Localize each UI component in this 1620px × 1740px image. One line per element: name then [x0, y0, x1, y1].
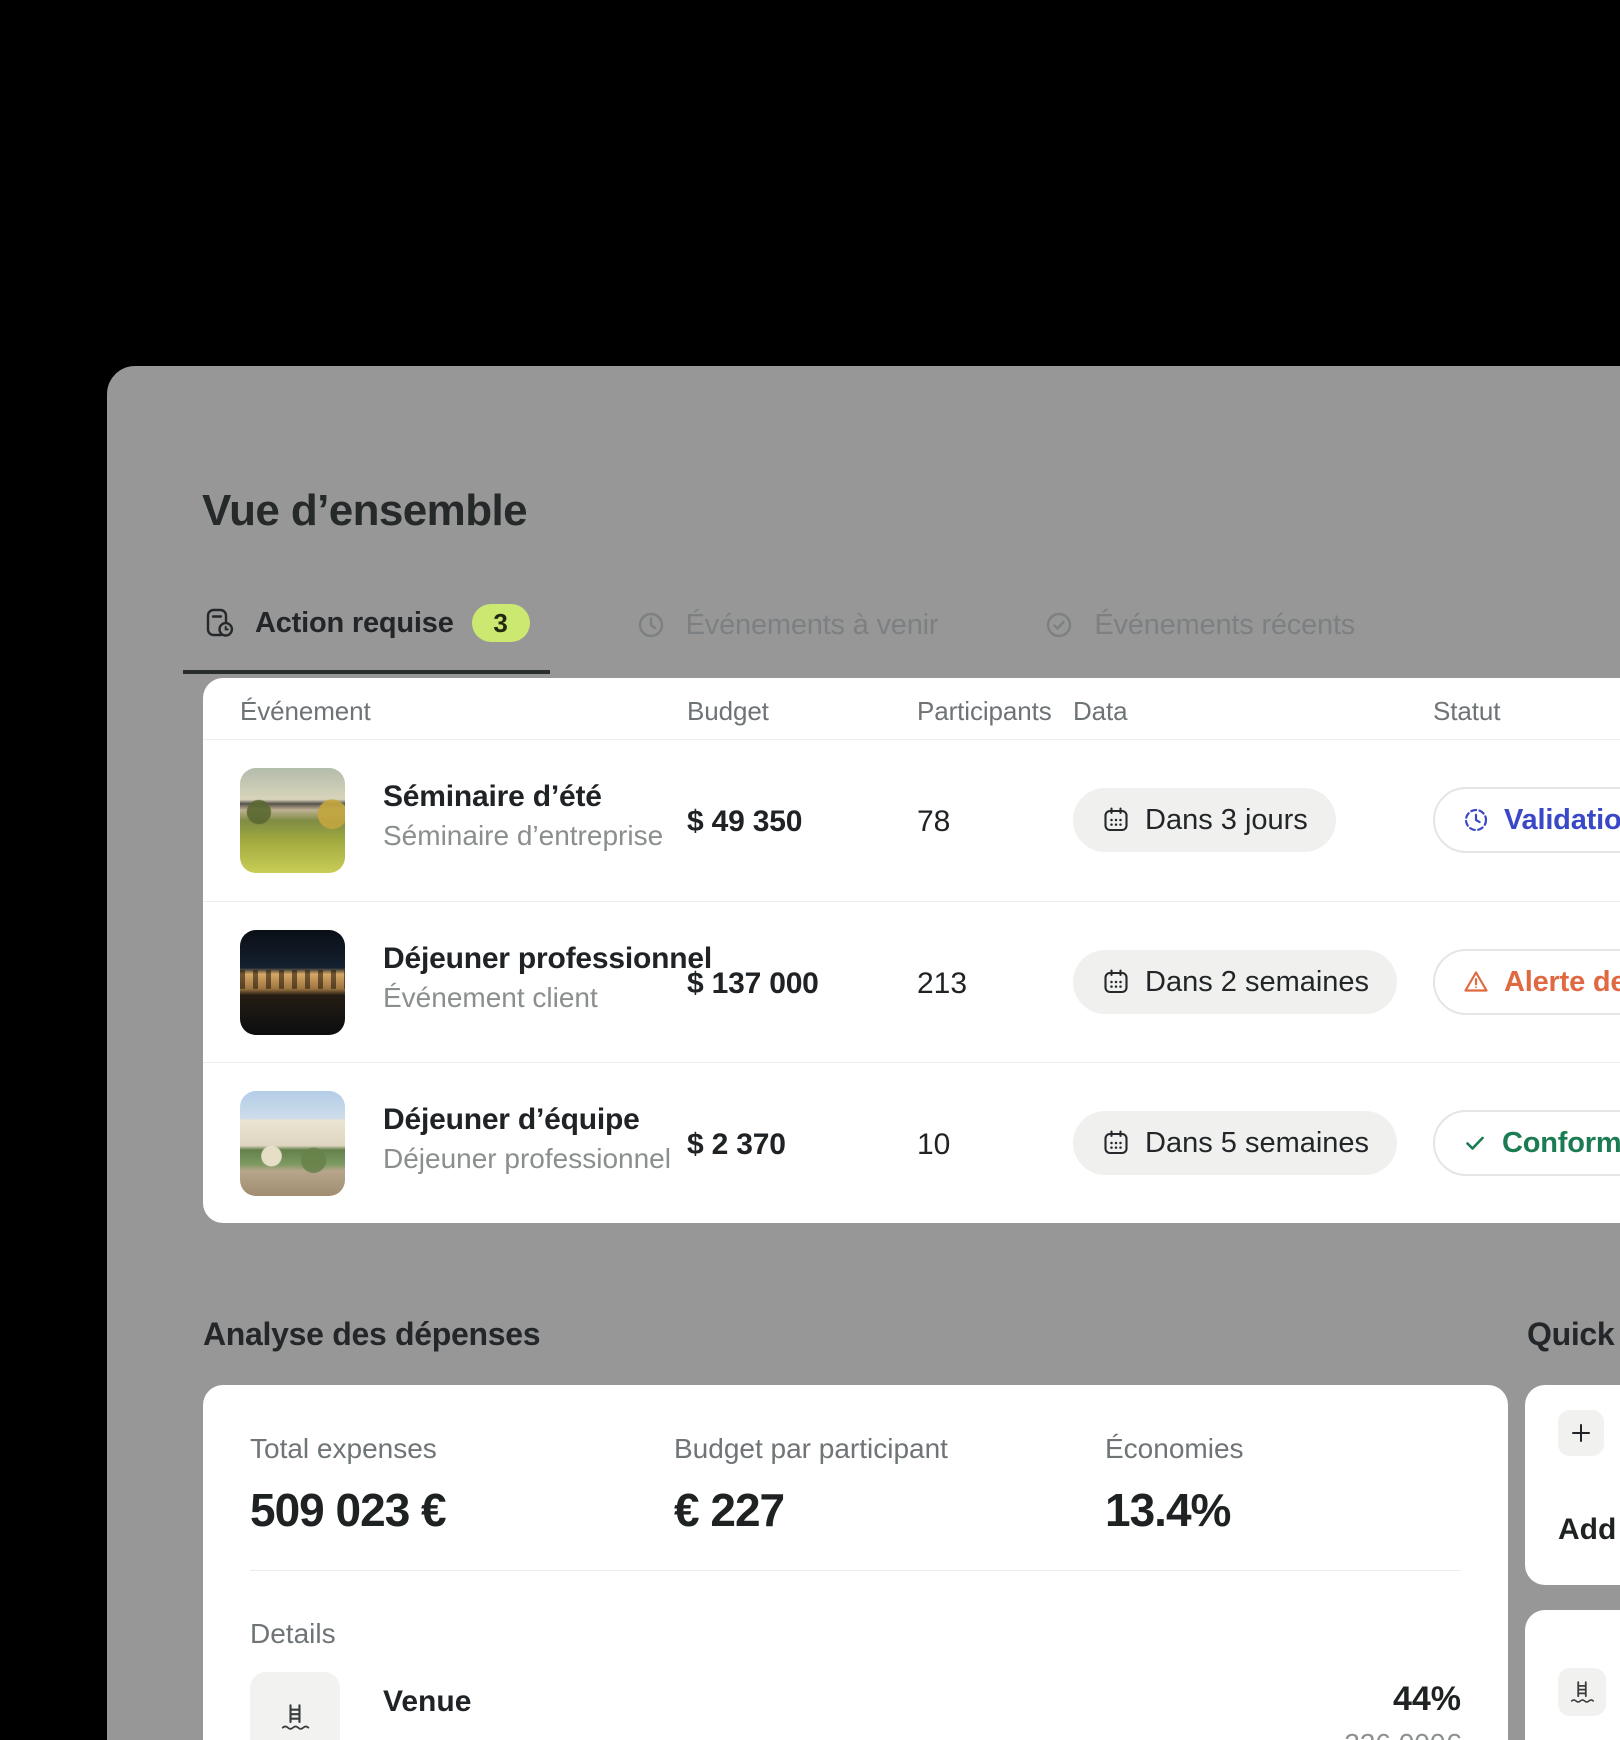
venue-icon-tile — [250, 1672, 340, 1740]
tab-bar: Action requise 3 Événements à venir Évén… — [183, 594, 1375, 674]
event-subtitle: Déjeuner professionnel — [383, 1143, 671, 1175]
tab-evenements-a-venir[interactable]: Événements à venir — [614, 594, 959, 674]
col-participants: Participants — [917, 696, 1052, 727]
detail-row-label[interactable]: Venue — [383, 1685, 471, 1719]
event-budget: $ 49 350 — [687, 805, 802, 839]
event-date-chip: Dans 2 semaines — [1073, 950, 1397, 1014]
stat-label-savings: Économies — [1105, 1433, 1244, 1465]
screenshot-stage: Vue d’ensemble Action requise 3 É — [0, 0, 1620, 1740]
add-event-label: Add event — [1558, 1513, 1620, 1547]
event-participants: 78 — [917, 805, 950, 839]
event-date-chip: Dans 5 semaines — [1073, 1111, 1397, 1175]
calendar-icon — [1101, 967, 1131, 997]
col-evenement: Événement — [240, 696, 371, 727]
col-data: Data — [1073, 696, 1128, 727]
stat-value-budget-per-participant: € 227 — [674, 1483, 948, 1537]
tab-label: Action requise — [255, 607, 454, 640]
stat-label-budget-per-participant: Budget par participant — [674, 1433, 948, 1465]
col-statut: Statut — [1433, 696, 1500, 727]
event-date-chip: Dans 3 jours — [1073, 788, 1336, 852]
event-participants: 10 — [917, 1128, 950, 1162]
quick-actions-heading: Quick actions — [1527, 1316, 1620, 1353]
stat-label-total-expenses: Total expenses — [250, 1433, 446, 1465]
plus-icon — [1568, 1420, 1594, 1446]
event-date: Dans 3 jours — [1145, 804, 1308, 837]
table-header: Événement Budget Participants Data Statu… — [203, 678, 1620, 740]
event-title: Séminaire d’été — [383, 780, 663, 815]
event-date: Dans 2 semaines — [1145, 966, 1369, 999]
tab-label: Événements à venir — [686, 609, 939, 642]
pool-ladder-icon — [1566, 1676, 1598, 1708]
table-row[interactable]: Déjeuner professionnel Événement client … — [203, 901, 1620, 1062]
divider — [250, 1570, 1461, 1571]
col-budget: Budget — [687, 696, 769, 727]
table-row[interactable]: Séminaire d’été Séminaire d’entreprise $… — [203, 740, 1620, 901]
event-date: Dans 5 semaines — [1145, 1127, 1369, 1160]
event-participants: 213 — [917, 967, 967, 1001]
events-table: Événement Budget Participants Data Statu… — [203, 678, 1620, 1223]
status-label: Alerte de coût — [1504, 966, 1620, 999]
status-badge[interactable]: Conforme — [1433, 1110, 1620, 1176]
detail-row-percent: 44% — [1393, 1680, 1461, 1719]
clock-icon — [634, 608, 668, 642]
status-badge[interactable]: Validation requise — [1433, 787, 1620, 853]
event-thumbnail — [240, 930, 345, 1035]
calendar-icon — [1101, 1128, 1131, 1158]
pool-ladder-icon — [276, 1698, 314, 1736]
expenses-heading: Analyse des dépenses — [203, 1316, 540, 1353]
event-thumbnail — [240, 1091, 345, 1196]
check-icon — [1461, 1129, 1489, 1157]
pool-ladder-button[interactable] — [1558, 1668, 1606, 1716]
tab-label: Événements récents — [1094, 609, 1355, 642]
add-button[interactable] — [1558, 1410, 1604, 1456]
tab-action-requise[interactable]: Action requise 3 — [183, 594, 550, 674]
warning-triangle-icon — [1461, 967, 1491, 997]
status-label: Validation requise — [1504, 804, 1620, 837]
status-badge[interactable]: Alerte de coût — [1433, 949, 1620, 1015]
expenses-card: Total expenses 509 023 € Budget par part… — [203, 1385, 1508, 1740]
check-circle-icon — [1042, 608, 1076, 642]
quick-action-card[interactable] — [1525, 1610, 1620, 1740]
event-budget: $ 2 370 — [687, 1128, 786, 1162]
add-event-card[interactable]: Add event — [1525, 1385, 1620, 1585]
event-budget: $ 137 000 — [687, 967, 819, 1001]
detail-row-amount: 226 000€ — [1344, 1728, 1461, 1740]
details-label: Details — [250, 1618, 336, 1650]
event-subtitle: Événement client — [383, 982, 712, 1014]
event-subtitle: Séminaire d’entreprise — [383, 820, 663, 852]
table-row[interactable]: Déjeuner d’équipe Déjeuner professionnel… — [203, 1062, 1620, 1223]
event-thumbnail — [240, 768, 345, 873]
status-label: Conforme — [1502, 1127, 1620, 1160]
count-badge: 3 — [472, 604, 530, 642]
stat-value-savings: 13.4% — [1105, 1483, 1244, 1537]
event-title: Déjeuner d’équipe — [383, 1103, 671, 1138]
tab-evenements-recents[interactable]: Événements récents — [1022, 594, 1375, 674]
event-title: Déjeuner professionnel — [383, 942, 712, 977]
page-title: Vue d’ensemble — [202, 486, 527, 536]
stat-value-total-expenses: 509 023 € — [250, 1483, 446, 1537]
dashed-clock-icon — [1461, 805, 1491, 835]
task-clock-icon — [203, 606, 237, 640]
calendar-icon — [1101, 805, 1131, 835]
